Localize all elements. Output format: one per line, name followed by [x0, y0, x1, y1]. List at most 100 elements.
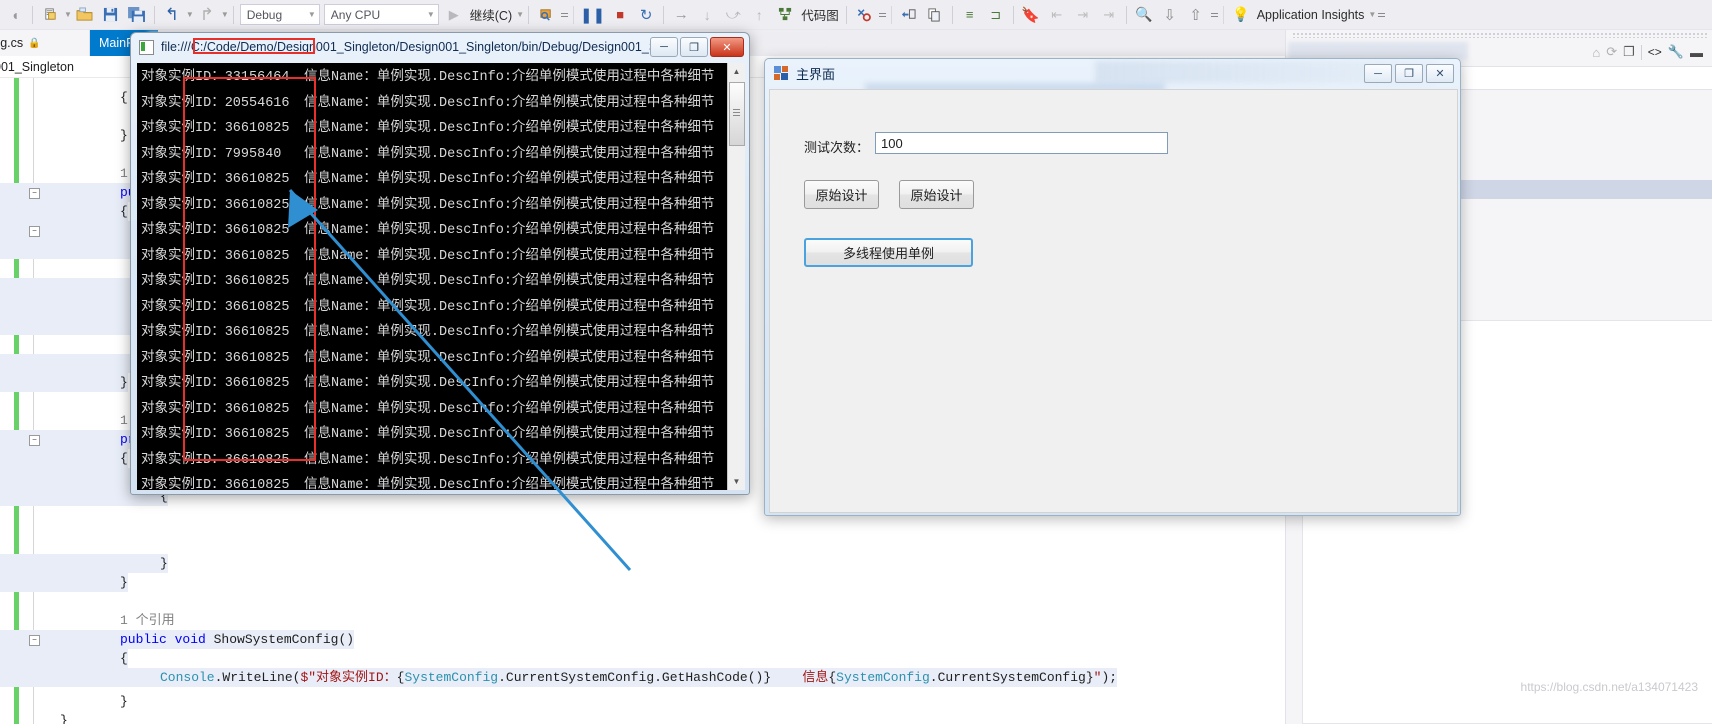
code-fold-toggle[interactable]: − [29, 435, 40, 446]
console-window[interactable]: file:///C:/Code/Demo/Design001_Singleton… [130, 32, 750, 495]
show-all-files-icon[interactable]: <> [1648, 45, 1662, 59]
code-token: ShowSystemConfig() [213, 632, 355, 647]
scroll-up-arrow-icon[interactable]: ▲ [728, 63, 745, 80]
code-token: { [120, 451, 128, 466]
tab-label: nfig.cs [0, 36, 24, 50]
close-button[interactable]: ✕ [710, 37, 744, 57]
decrease-indent-icon[interactable]: ⊐ [983, 3, 1009, 27]
code-line: { [0, 449, 128, 468]
toggle-bookmark-icon[interactable]: 🔖 [1018, 3, 1044, 27]
panel-drag-handle[interactable] [1292, 32, 1707, 38]
scroll-down-arrow-icon[interactable]: ▼ [728, 473, 745, 490]
new-item-icon[interactable] [37, 3, 63, 27]
next-bookmark-icon[interactable]: ⇥ [1070, 3, 1096, 27]
code-token: } [120, 575, 128, 590]
tab-config-cs[interactable]: nfig.cs 🔒 [0, 30, 90, 56]
maximize-button[interactable]: ❐ [1395, 64, 1423, 83]
toolbar-overflow-icon[interactable] [560, 12, 569, 18]
code-token: 信息 [771, 670, 829, 685]
find-overflow-icon[interactable] [1210, 12, 1219, 18]
previous-bookmark-icon[interactable]: ⇤ [1044, 3, 1070, 27]
refresh-icon[interactable]: ⟳ [1606, 44, 1617, 60]
show-next-statement-icon[interactable]: → [668, 3, 694, 27]
code-token: { [120, 90, 128, 105]
solution-platform-combo[interactable]: Any CPU ▼ [323, 4, 439, 25]
console-info-text: 信息Name：单例实现.DescInfo:介绍单例模式使用过程中各种细节 [304, 146, 715, 162]
toolbar-separator [528, 5, 530, 24]
new-item-dropdown-icon[interactable]: ▼ [64, 10, 72, 19]
save-all-icon[interactable] [124, 3, 150, 27]
multithread-singleton-button[interactable]: 多线程使用单例 [804, 238, 973, 267]
toolbar-separator [573, 5, 575, 24]
test-count-input[interactable]: 100 [875, 132, 1168, 154]
restart-icon[interactable]: ↻ [633, 3, 659, 27]
collapse-all-icon[interactable]: ▬ [1690, 45, 1703, 60]
continue-button-label[interactable]: 继续(C) [467, 5, 515, 24]
console-output-line: 对象实例ID：36610825 信息Name：单例实现.DescInfo:介绍单例… [141, 473, 725, 490]
winform-main-window[interactable]: 主界面 ─ ❐ ✕ 测试次数： 100 原始设计 原始设计 多线程使用单例 [764, 58, 1461, 516]
console-info-text: 信息Name：单例实现.DescInfo:介绍单例模式使用过程中各种细节 [304, 350, 715, 366]
clear-bookmarks-icon[interactable]: ⇥ [1096, 3, 1122, 27]
pause-icon[interactable]: ❚❚ [578, 3, 607, 27]
code-map-label[interactable]: 代码图 [798, 5, 842, 24]
solution-configuration-combo[interactable]: Debug ▼ [239, 4, 320, 25]
visual-studio-toolbar: ◖ ▼ ↰ ▼ ↱ ▼ Debug ▼ Any CPU ▼ ▶ 继续(C) ▼ … [0, 0, 1712, 30]
minimize-button[interactable]: ─ [650, 37, 678, 57]
code-token: } [120, 128, 128, 143]
find-next-icon[interactable]: ⇩ [1157, 3, 1183, 27]
application-insights-dropdown-icon[interactable]: ▼ [1368, 10, 1376, 19]
step-into-icon[interactable]: ↓ [694, 3, 720, 27]
increase-indent-icon[interactable]: ≡ [957, 3, 983, 27]
original-design-button-2[interactable]: 原始设计 [899, 180, 974, 209]
code-map-icon[interactable] [772, 3, 798, 27]
undo-dropdown-icon[interactable]: ▼ [186, 10, 194, 19]
continue-dropdown-icon[interactable]: ▼ [516, 10, 524, 19]
code-fold-toggle[interactable]: − [29, 226, 40, 237]
find-previous-icon[interactable]: ⇧ [1183, 3, 1209, 27]
code-token: } [120, 375, 128, 390]
console-instance-id: 对象实例ID：36610825 [141, 478, 290, 490]
comment-selection-icon[interactable] [896, 3, 922, 27]
copy-icon[interactable]: ❐ [1623, 44, 1635, 60]
redo-dropdown-icon[interactable]: ▼ [221, 10, 229, 19]
find-in-files-icon[interactable]: 🔍 [1131, 3, 1157, 27]
original-design-button-1[interactable]: 原始设计 [804, 180, 879, 209]
code-line: { [0, 202, 128, 221]
code-fold-toggle[interactable]: − [29, 188, 40, 199]
undo-icon[interactable]: ↰ [159, 3, 185, 27]
code-line: Console.WriteLine($"对象实例ID：{SystemConfig… [0, 668, 1118, 687]
winform-window-buttons: ─ ❐ ✕ [1364, 64, 1454, 83]
code-token: .CurrentSystemConfig} [929, 670, 1094, 685]
minimize-button[interactable]: ─ [1364, 64, 1392, 83]
console-info-text: 信息Name：单例实现.DescInfo:介绍单例模式使用过程中各种细节 [304, 325, 715, 340]
navigate-back-icon[interactable]: ◖ [2, 3, 28, 27]
properties-icon[interactable]: 🔧 [1668, 44, 1684, 60]
open-file-icon[interactable] [72, 3, 98, 27]
code-line: public void ShowSystemConfig() [0, 630, 355, 649]
code-token: } [60, 713, 68, 724]
step-over-icon[interactable]: ⤻ [720, 3, 746, 27]
application-insights-label[interactable]: Application Insights [1254, 8, 1368, 22]
save-icon[interactable] [98, 3, 124, 27]
application-insights-icon[interactable]: 💡 [1228, 3, 1254, 27]
maximize-button[interactable]: ❐ [680, 37, 708, 57]
redo-icon[interactable]: ↱ [194, 3, 220, 27]
code-line: { [0, 649, 128, 668]
breakpoint-overflow-icon[interactable] [878, 12, 887, 18]
delete-all-breakpoints-icon[interactable] [851, 3, 877, 27]
console-scrollbar[interactable]: ▲ ▼ [727, 63, 745, 490]
close-button[interactable]: ✕ [1426, 64, 1454, 83]
stop-icon[interactable]: ■ [607, 3, 633, 27]
code-fold-toggle[interactable]: − [29, 635, 40, 646]
step-out-icon[interactable]: ↑ [746, 3, 772, 27]
start-debug-icon[interactable]: ▶ [441, 3, 467, 27]
winform-title-bar[interactable]: 主界面 ─ ❐ ✕ [765, 59, 1460, 87]
scrollbar-thumb[interactable] [729, 82, 745, 146]
uncomment-selection-icon[interactable] [922, 3, 948, 27]
solution-configuration-value: Debug [246, 7, 283, 22]
code-token: ); [1101, 670, 1118, 685]
code-line: } [0, 692, 128, 711]
insights-overflow-icon[interactable] [1377, 12, 1386, 18]
home-icon[interactable]: ⌂ [1592, 45, 1600, 60]
attach-process-icon[interactable] [533, 3, 559, 27]
